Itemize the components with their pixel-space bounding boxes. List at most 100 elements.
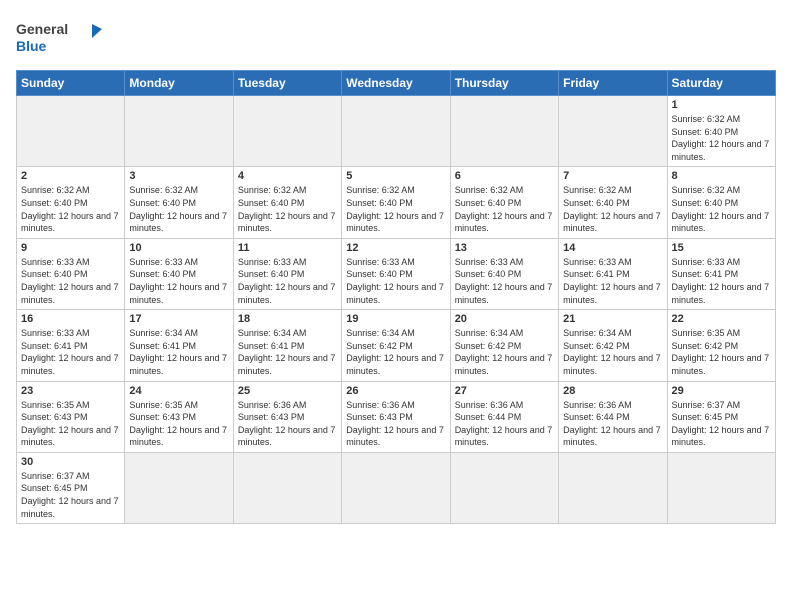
- day-number: 6: [455, 170, 554, 182]
- day-sun-info: Sunrise: 6:33 AMSunset: 6:40 PMDaylight:…: [129, 256, 228, 306]
- calendar-day-cell: 6 Sunrise: 6:32 AMSunset: 6:40 PMDaylight…: [450, 167, 558, 238]
- calendar-day-cell: 15Sunrise: 6:33 AMSunset: 6:41 PMDayligh…: [667, 238, 775, 309]
- day-sun-info: Sunrise: 6:33 AMSunset: 6:40 PMDaylight:…: [346, 256, 445, 306]
- day-number: 9: [21, 242, 120, 254]
- calendar-week-row: 2 Sunrise: 6:32 AMSunset: 6:40 PMDaylight…: [17, 167, 776, 238]
- calendar-week-row: 9 Sunrise: 6:33 AMSunset: 6:40 PMDaylight…: [17, 238, 776, 309]
- day-sun-info: Sunrise: 6:32 AMSunset: 6:40 PMDaylight:…: [672, 184, 771, 234]
- calendar-day-cell: 13Sunrise: 6:33 AMSunset: 6:40 PMDayligh…: [450, 238, 558, 309]
- calendar-day-cell: 30 Sunrise: 6:37 AMSunset: 6:45 PMDayligh…: [17, 452, 125, 523]
- calendar-day-cell: 14Sunrise: 6:33 AMSunset: 6:41 PMDayligh…: [559, 238, 667, 309]
- day-sun-info: Sunrise: 6:36 AMSunset: 6:43 PMDaylight:…: [238, 399, 337, 449]
- calendar-day-cell: 17 Sunrise: 6:34 AMSunset: 6:41 PMDayligh…: [125, 310, 233, 381]
- page-header: General Blue: [16, 16, 776, 58]
- day-number: 26: [346, 385, 445, 397]
- svg-text:General: General: [16, 21, 68, 37]
- weekday-header: Friday: [559, 71, 667, 96]
- day-sun-info: Sunrise: 6:36 AMSunset: 6:43 PMDaylight:…: [346, 399, 445, 449]
- day-number: 25: [238, 385, 337, 397]
- day-sun-info: Sunrise: 6:32 AMSunset: 6:40 PMDaylight:…: [563, 184, 662, 234]
- calendar-day-cell: 12 Sunrise: 6:33 AMSunset: 6:40 PMDayligh…: [342, 238, 450, 309]
- day-sun-info: Sunrise: 6:37 AMSunset: 6:45 PMDaylight:…: [21, 470, 120, 520]
- day-number: 29: [672, 385, 771, 397]
- calendar-day-cell: [17, 96, 125, 167]
- calendar-day-cell: 22 Sunrise: 6:35 AMSunset: 6:42 PMDayligh…: [667, 310, 775, 381]
- calendar-day-cell: 18 Sunrise: 6:34 AMSunset: 6:41 PMDayligh…: [233, 310, 341, 381]
- calendar-week-row: 30 Sunrise: 6:37 AMSunset: 6:45 PMDayligh…: [17, 452, 776, 523]
- calendar-day-cell: 1Sunrise: 6:32 AMSunset: 6:40 PMDaylight…: [667, 96, 775, 167]
- calendar-day-cell: [559, 96, 667, 167]
- calendar-day-cell: [450, 452, 558, 523]
- day-number: 30: [21, 456, 120, 468]
- day-number: 17: [129, 313, 228, 325]
- calendar-week-row: 23Sunrise: 6:35 AMSunset: 6:43 PMDayligh…: [17, 381, 776, 452]
- day-number: 4: [238, 170, 337, 182]
- day-number: 12: [346, 242, 445, 254]
- day-sun-info: Sunrise: 6:35 AMSunset: 6:43 PMDaylight:…: [21, 399, 120, 449]
- calendar-day-cell: [450, 96, 558, 167]
- calendar-header-row: SundayMondayTuesdayWednesdayThursdayFrid…: [17, 71, 776, 96]
- weekday-header: Monday: [125, 71, 233, 96]
- day-sun-info: Sunrise: 6:35 AMSunset: 6:43 PMDaylight:…: [129, 399, 228, 449]
- day-sun-info: Sunrise: 6:35 AMSunset: 6:42 PMDaylight:…: [672, 327, 771, 377]
- weekday-header: Thursday: [450, 71, 558, 96]
- calendar-day-cell: [233, 96, 341, 167]
- day-sun-info: Sunrise: 6:32 AMSunset: 6:40 PMDaylight:…: [672, 113, 771, 163]
- day-number: 10: [129, 242, 228, 254]
- day-sun-info: Sunrise: 6:34 AMSunset: 6:42 PMDaylight:…: [563, 327, 662, 377]
- day-sun-info: Sunrise: 6:34 AMSunset: 6:41 PMDaylight:…: [129, 327, 228, 377]
- calendar-day-cell: 2 Sunrise: 6:32 AMSunset: 6:40 PMDaylight…: [17, 167, 125, 238]
- calendar-day-cell: [233, 452, 341, 523]
- weekday-header: Sunday: [17, 71, 125, 96]
- calendar-day-cell: 24 Sunrise: 6:35 AMSunset: 6:43 PMDayligh…: [125, 381, 233, 452]
- day-number: 22: [672, 313, 771, 325]
- day-sun-info: Sunrise: 6:34 AMSunset: 6:42 PMDaylight:…: [455, 327, 554, 377]
- day-sun-info: Sunrise: 6:34 AMSunset: 6:42 PMDaylight:…: [346, 327, 445, 377]
- calendar-day-cell: 16 Sunrise: 6:33 AMSunset: 6:41 PMDayligh…: [17, 310, 125, 381]
- day-sun-info: Sunrise: 6:37 AMSunset: 6:45 PMDaylight:…: [672, 399, 771, 449]
- day-sun-info: Sunrise: 6:36 AMSunset: 6:44 PMDaylight:…: [455, 399, 554, 449]
- calendar-day-cell: 3Sunrise: 6:32 AMSunset: 6:40 PMDaylight…: [125, 167, 233, 238]
- day-number: 20: [455, 313, 554, 325]
- day-number: 3: [129, 170, 228, 182]
- day-number: 21: [563, 313, 662, 325]
- weekday-header: Tuesday: [233, 71, 341, 96]
- calendar-day-cell: 8Sunrise: 6:32 AMSunset: 6:40 PMDaylight…: [667, 167, 775, 238]
- day-sun-info: Sunrise: 6:33 AMSunset: 6:40 PMDaylight:…: [238, 256, 337, 306]
- calendar-day-cell: 19Sunrise: 6:34 AMSunset: 6:42 PMDayligh…: [342, 310, 450, 381]
- calendar-day-cell: 25 Sunrise: 6:36 AMSunset: 6:43 PMDayligh…: [233, 381, 341, 452]
- day-number: 2: [21, 170, 120, 182]
- day-sun-info: Sunrise: 6:36 AMSunset: 6:44 PMDaylight:…: [563, 399, 662, 449]
- calendar-day-cell: [342, 452, 450, 523]
- day-number: 16: [21, 313, 120, 325]
- calendar-day-cell: [125, 96, 233, 167]
- day-sun-info: Sunrise: 6:33 AMSunset: 6:41 PMDaylight:…: [21, 327, 120, 377]
- day-sun-info: Sunrise: 6:32 AMSunset: 6:40 PMDaylight:…: [455, 184, 554, 234]
- day-number: 18: [238, 313, 337, 325]
- calendar-table: SundayMondayTuesdayWednesdayThursdayFrid…: [16, 70, 776, 524]
- day-sun-info: Sunrise: 6:33 AMSunset: 6:41 PMDaylight:…: [563, 256, 662, 306]
- calendar-day-cell: 10 Sunrise: 6:33 AMSunset: 6:40 PMDayligh…: [125, 238, 233, 309]
- calendar-week-row: 16 Sunrise: 6:33 AMSunset: 6:41 PMDayligh…: [17, 310, 776, 381]
- calendar-day-cell: 27 Sunrise: 6:36 AMSunset: 6:44 PMDayligh…: [450, 381, 558, 452]
- calendar-day-cell: 29 Sunrise: 6:37 AMSunset: 6:45 PMDayligh…: [667, 381, 775, 452]
- day-number: 11: [238, 242, 337, 254]
- calendar-day-cell: 9Sunrise: 6:33 AMSunset: 6:40 PMDaylight…: [17, 238, 125, 309]
- calendar-day-cell: 21 Sunrise: 6:34 AMSunset: 6:42 PMDayligh…: [559, 310, 667, 381]
- weekday-header: Wednesday: [342, 71, 450, 96]
- calendar-day-cell: [342, 96, 450, 167]
- day-sun-info: Sunrise: 6:34 AMSunset: 6:41 PMDaylight:…: [238, 327, 337, 377]
- day-number: 15: [672, 242, 771, 254]
- day-sun-info: Sunrise: 6:32 AMSunset: 6:40 PMDaylight:…: [21, 184, 120, 234]
- day-number: 27: [455, 385, 554, 397]
- calendar-day-cell: 23Sunrise: 6:35 AMSunset: 6:43 PMDayligh…: [17, 381, 125, 452]
- day-number: 24: [129, 385, 228, 397]
- calendar-day-cell: 26 Sunrise: 6:36 AMSunset: 6:43 PMDayligh…: [342, 381, 450, 452]
- day-sun-info: Sunrise: 6:33 AMSunset: 6:40 PMDaylight:…: [455, 256, 554, 306]
- calendar-day-cell: 20 Sunrise: 6:34 AMSunset: 6:42 PMDayligh…: [450, 310, 558, 381]
- day-number: 28: [563, 385, 662, 397]
- calendar-day-cell: 11 Sunrise: 6:33 AMSunset: 6:40 PMDayligh…: [233, 238, 341, 309]
- calendar-day-cell: 7Sunrise: 6:32 AMSunset: 6:40 PMDaylight…: [559, 167, 667, 238]
- day-sun-info: Sunrise: 6:32 AMSunset: 6:40 PMDaylight:…: [238, 184, 337, 234]
- generalblue-logo: General Blue: [16, 16, 106, 58]
